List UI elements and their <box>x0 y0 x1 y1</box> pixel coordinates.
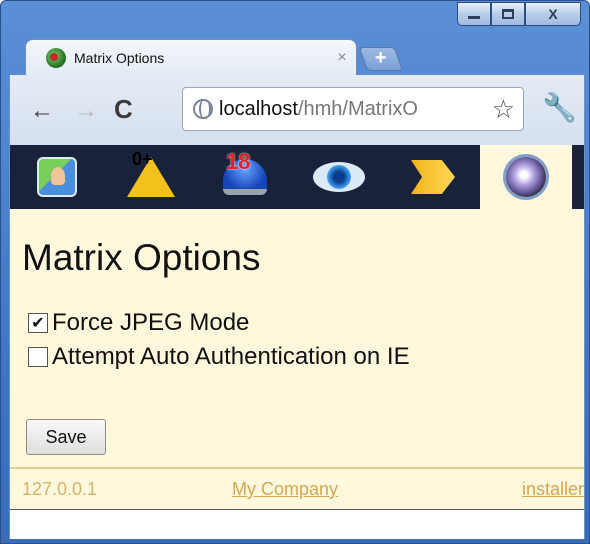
option-auto-auth[interactable]: Attempt Auto Authentication on IE <box>28 343 410 371</box>
browser-window: X Matrix Options × + ← → C localhost /hm… <box>0 0 590 544</box>
tab-matrix-options[interactable]: Matrix Options × <box>25 39 357 75</box>
minimize-button[interactable] <box>457 2 491 26</box>
bookmark-star-icon[interactable]: ☆ <box>492 94 515 125</box>
option-force-jpeg[interactable]: ✔ Force JPEG Mode <box>28 309 249 337</box>
page-footer: 127.0.0.1 My Company installer <box>10 467 584 507</box>
new-tab-button[interactable]: + <box>358 47 404 71</box>
url-host: localhost <box>219 97 298 120</box>
auto-auth-label: Attempt Auto Authentication on IE <box>52 343 410 370</box>
tab-close-icon[interactable]: × <box>328 49 356 67</box>
plus-icon: + <box>374 47 387 69</box>
globe-icon <box>193 99 213 119</box>
favicon-icon <box>46 47 66 68</box>
page-title: Matrix Options <box>22 237 261 278</box>
back-button[interactable]: ← <box>30 97 54 125</box>
nav-switch-user[interactable] <box>10 145 104 209</box>
close-window-button[interactable]: X <box>525 2 581 26</box>
warning-count: 0+ <box>132 149 153 169</box>
minimize-icon <box>468 15 480 19</box>
close-icon: X <box>548 6 558 22</box>
nav-alarms[interactable]: 18 <box>198 145 292 209</box>
switch-user-icon <box>37 157 77 197</box>
forward-icon <box>411 160 455 194</box>
app-icon-bar: 0+ 18 <box>10 145 584 209</box>
company-link[interactable]: My Company <box>232 479 338 500</box>
reload-button[interactable]: C <box>114 94 133 125</box>
page-viewport: 0+ 18 Matrix Options ✔ Force JPEG Mode A… <box>9 145 585 539</box>
status-area <box>10 509 584 539</box>
url-path: /hmh/MatrixO <box>297 97 418 120</box>
force-jpeg-checkbox[interactable]: ✔ <box>28 313 48 333</box>
nav-settings[interactable] <box>480 145 572 209</box>
settings-icon <box>506 157 546 197</box>
maximize-icon <box>502 9 514 19</box>
auto-auth-checkbox[interactable] <box>28 347 48 367</box>
nav-forward[interactable] <box>386 145 480 209</box>
eye-icon <box>313 162 365 192</box>
nav-view[interactable] <box>292 145 386 209</box>
maximize-button[interactable] <box>491 2 525 26</box>
alarm-count: 18 <box>226 149 251 174</box>
tab-title: Matrix Options <box>74 49 165 66</box>
forward-button[interactable]: → <box>74 97 98 125</box>
force-jpeg-label: Force JPEG Mode <box>52 309 250 336</box>
address-bar[interactable]: localhost /hmh/MatrixO ☆ <box>182 87 524 131</box>
installer-link[interactable]: installer <box>522 479 584 500</box>
browser-toolbar: ← → C localhost /hmh/MatrixO ☆ 🔧 <box>9 75 585 145</box>
save-button[interactable]: Save <box>26 419 106 455</box>
footer-ip: 127.0.0.1 <box>22 479 98 499</box>
caption-buttons: X <box>457 2 581 26</box>
wrench-icon[interactable]: 🔧 <box>542 91 577 124</box>
nav-warnings[interactable]: 0+ <box>104 145 198 209</box>
